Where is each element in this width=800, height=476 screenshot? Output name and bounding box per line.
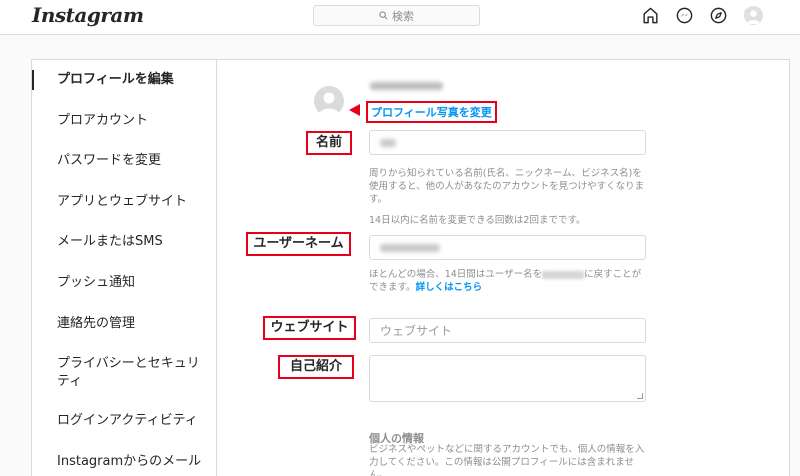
search-placeholder: 検索 bbox=[392, 9, 414, 23]
sidebar-item-professional-account[interactable]: プロアカウント bbox=[32, 111, 216, 131]
settings-sidebar: プロフィールを編集 プロアカウント パスワードを変更 アプリとウェブサイト メー… bbox=[32, 60, 217, 476]
sidebar-item-change-password[interactable]: パスワードを変更 bbox=[32, 151, 216, 171]
name-label: 名前 bbox=[306, 131, 352, 155]
username-help: ほとんどの場合、14日間はユーザー名を に戻すことが できます。詳しくはこちら bbox=[369, 269, 642, 293]
annotation-arrow bbox=[349, 104, 360, 116]
previous-username-redacted bbox=[542, 270, 585, 279]
username-display-redacted bbox=[370, 82, 443, 90]
username-label: ユーザーネーム bbox=[246, 232, 351, 256]
sidebar-item-push-notifications[interactable]: プッシュ通知 bbox=[32, 273, 216, 293]
top-navigation-bar: Instagram 検索 bbox=[0, 0, 800, 35]
name-help: 周りから知られている名前(氏名、ニックネーム、ビジネス名)を 使用すると、他の人… bbox=[369, 168, 645, 226]
name-value-redacted bbox=[380, 138, 396, 147]
resize-handle[interactable] bbox=[637, 393, 643, 399]
sidebar-item-apps-websites[interactable]: アプリとウェブサイト bbox=[32, 192, 216, 212]
sidebar-item-manage-contacts[interactable]: 連絡先の管理 bbox=[32, 314, 216, 334]
username-value-redacted bbox=[380, 243, 440, 252]
sidebar-item-edit-profile[interactable]: プロフィールを編集 bbox=[32, 70, 216, 90]
search-input[interactable]: 検索 bbox=[313, 5, 480, 26]
home-icon[interactable] bbox=[641, 6, 660, 25]
website-field[interactable]: ウェブサイト bbox=[369, 318, 646, 343]
change-profile-photo-link[interactable]: プロフィール写真を変更 bbox=[366, 101, 497, 123]
sidebar-item-privacy-security[interactable]: プライバシーとセキュリ bbox=[32, 354, 216, 374]
personal-info-help: ビジネスやペットなどに関するアカウントでも、個人の情報を入 力してください。この… bbox=[369, 444, 645, 476]
profile-photo[interactable] bbox=[314, 86, 344, 116]
sidebar-item-privacy-security-cont[interactable]: ティ bbox=[32, 372, 216, 392]
website-label: ウェブサイト bbox=[263, 316, 356, 340]
profile-avatar-icon[interactable] bbox=[744, 6, 763, 25]
settings-panel: プロフィールを編集 プロアカウント パスワードを変更 アプリとウェブサイト メー… bbox=[31, 59, 790, 476]
sidebar-item-email-sms[interactable]: メールまたはSMS bbox=[32, 232, 216, 252]
explore-icon[interactable] bbox=[709, 6, 728, 25]
sidebar-item-emails-from-instagram[interactable]: Instagramからのメール bbox=[32, 452, 216, 472]
messenger-icon[interactable] bbox=[675, 6, 694, 25]
instagram-logo[interactable]: Instagram bbox=[32, 3, 144, 27]
sidebar-item-login-activity[interactable]: ログインアクティビティ bbox=[32, 411, 216, 431]
username-field[interactable] bbox=[369, 235, 646, 260]
edit-profile-form: プロフィール写真を変更 名前 周りから知られている名前(氏名、ニックネーム、ビジ… bbox=[217, 60, 790, 476]
bio-label: 自己紹介 bbox=[278, 355, 354, 379]
learn-more-link[interactable]: 詳しくはこちら bbox=[416, 282, 483, 293]
bio-textarea[interactable] bbox=[369, 355, 646, 402]
name-field[interactable] bbox=[369, 130, 646, 155]
search-icon bbox=[379, 11, 388, 20]
